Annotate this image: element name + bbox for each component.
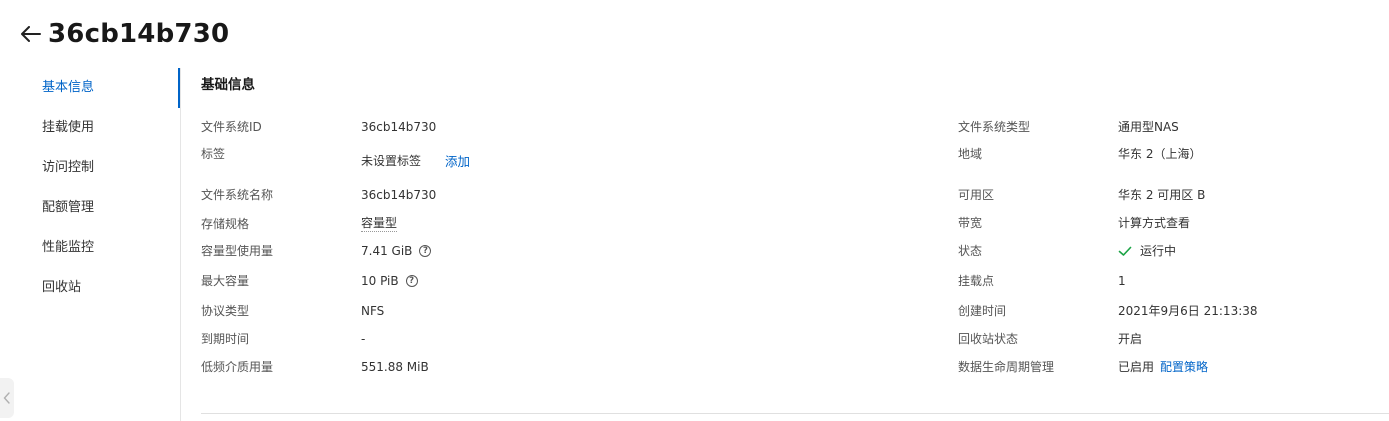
expiry-label: 到期时间 [201,332,250,346]
sidebar-divider [180,68,181,421]
max-capacity-value: 10 PiB [361,273,399,288]
question-circle-icon[interactable]: ? [405,274,418,287]
fs-type-value: 通用型NAS [1118,120,1179,134]
page: 36cb14b730 基本信息 挂载使用 访问控制 配额管理 性能监控 回收站 … [0,0,1389,421]
add-tag-link[interactable]: 添加 [445,151,470,170]
row-region: 地域 华东 2（上海） [958,145,1201,162]
fs-name-label: 文件系统名称 [201,188,274,202]
chevron-left-icon [3,392,10,404]
created-label: 创建时间 [958,304,1007,318]
zone-value: 华东 2 可用区 B [1118,188,1206,202]
sidebar-item-basic-info[interactable]: 基本信息 [0,68,180,108]
row-status: 状态 运行中 [958,242,1176,259]
row-ia-usage: 低频介质用量 551.88 MiB [201,358,429,375]
lifecycle-value: 已启用 [1118,360,1155,374]
row-fs-id: 文件系统ID 36cb14b730 [201,118,436,135]
row-fs-type: 文件系统类型 通用型NAS [958,118,1179,135]
zone-label: 可用区 [958,188,995,202]
row-protocol: 协议类型 NFS [201,302,384,319]
row-bandwidth: 带宽 计算方式查看 [958,214,1190,231]
row-mount-points: 挂载点 1 [958,272,1126,289]
usage-value: 7.41 GiB [361,243,413,258]
row-created: 创建时间 2021年9月6日 21:13:38 [958,302,1258,319]
protocol-value: NFS [361,303,385,318]
fs-type-label: 文件系统类型 [958,120,1031,134]
row-tags-value: 未设置标签 添加 [361,151,470,170]
row-zone: 可用区 华东 2 可用区 B [958,186,1205,203]
storage-spec-label: 存储规格 [201,216,250,231]
section-title: 基础信息 [201,77,255,93]
configure-policy-link[interactable]: 配置策略 [1160,358,1208,375]
sidebar: 基本信息 挂载使用 访问控制 配额管理 性能监控 回收站 [0,68,180,308]
back-button[interactable] [18,21,44,47]
lifecycle-label: 数据生命周期管理 [958,360,1055,374]
bandwidth-calc-link[interactable]: 计算方式查看 [1118,214,1190,231]
recycle-status-label: 回收站状态 [958,332,1019,346]
usage-label: 容量型使用量 [201,244,274,258]
row-recycle-status: 回收站状态 开启 [958,330,1142,347]
mount-points-value: 1 [1118,273,1126,288]
sidebar-item-recycle-bin[interactable]: 回收站 [0,268,180,308]
row-tags: 标签 [201,145,361,162]
collapse-sidebar-button[interactable] [0,378,14,418]
fs-name-value: 36cb14b730 [361,187,437,202]
check-icon [1118,246,1132,256]
status-value: 运行中 [1140,244,1177,258]
row-storage-spec: 存储规格 容量型 [201,214,398,232]
header: 36cb14b730 [18,14,229,54]
status-value-wrap: 运行中 [1118,242,1176,259]
row-expiry: 到期时间 - [201,330,365,347]
region-label: 地域 [958,147,983,161]
row-usage: 容量型使用量 7.41 GiB ? [201,242,432,259]
max-capacity-label: 最大容量 [201,274,250,288]
row-lifecycle: 数据生命周期管理 已启用 配置策略 [958,358,1208,375]
recycle-status-value: 开启 [1118,332,1143,346]
question-circle-icon[interactable]: ? [419,244,432,257]
fs-id-label: 文件系统ID [201,120,262,134]
fs-id-value: 36cb14b730 [361,119,437,134]
protocol-label: 协议类型 [201,304,250,318]
row-max-capacity: 最大容量 10 PiB ? [201,272,418,289]
sidebar-item-access-control[interactable]: 访问控制 [0,148,180,188]
tags-value: 未设置标签 [361,154,422,168]
page-title: 36cb14b730 [48,19,230,49]
tags-label: 标签 [201,147,226,161]
status-label: 状态 [958,244,983,258]
ia-usage-label: 低频介质用量 [201,360,274,374]
region-value: 华东 2（上海） [1118,147,1202,161]
expiry-value: - [361,331,366,346]
section-divider [201,413,1389,414]
row-fs-name: 文件系统名称 36cb14b730 [201,186,436,203]
sidebar-item-performance-monitoring[interactable]: 性能监控 [0,228,180,268]
created-value: 2021年9月6日 21:13:38 [1118,304,1258,318]
mount-points-label: 挂载点 [958,274,995,288]
ia-usage-value: 551.88 MiB [361,359,429,374]
bandwidth-label: 带宽 [958,216,983,230]
storage-spec-value[interactable]: 容量型 [361,214,398,232]
sidebar-item-mount-usage[interactable]: 挂载使用 [0,108,180,148]
arrow-left-icon [21,26,41,42]
sidebar-item-quota-management[interactable]: 配额管理 [0,188,180,228]
